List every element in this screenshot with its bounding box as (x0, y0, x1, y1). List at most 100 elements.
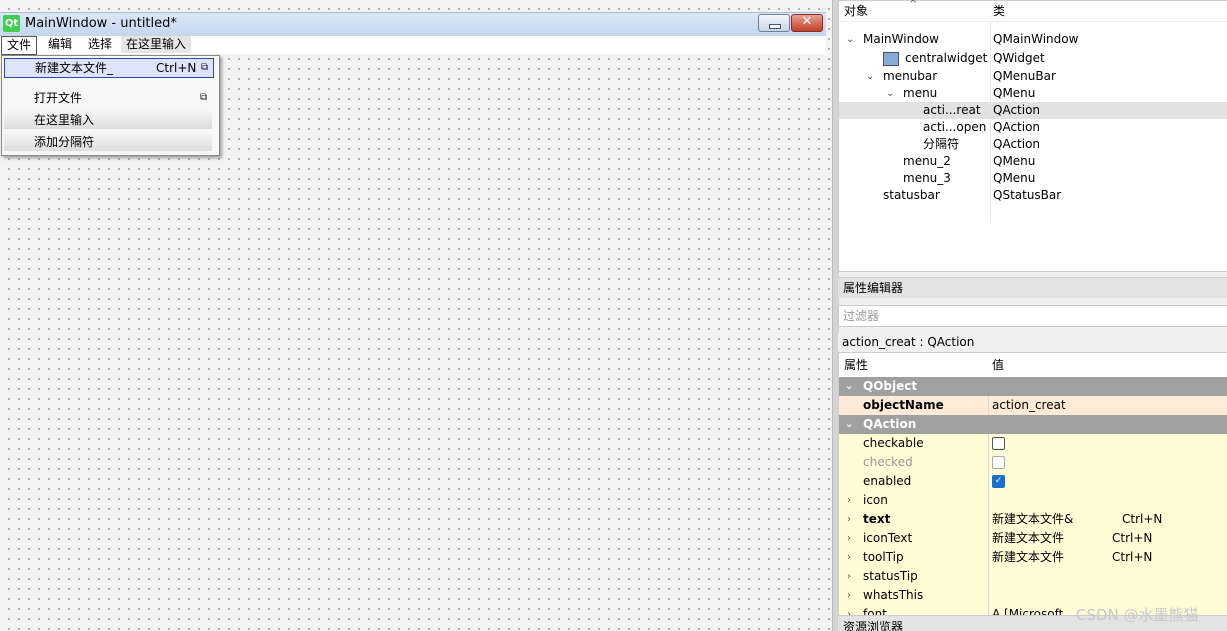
sort-indicator-icon: ^ (909, 0, 918, 10)
column-divider (988, 586, 989, 605)
column-divider (988, 396, 989, 415)
checked-checkbox[interactable] (992, 456, 1005, 469)
prop-checkable[interactable]: checkable (839, 434, 1227, 454)
menu-item-new-file[interactable]: 新建文本文件_ Ctrl+N ⧉ (4, 58, 214, 78)
tree-row-name: MainWindow (863, 32, 939, 46)
menu-item-open-file[interactable]: 打开文件 ⧉ (4, 89, 212, 107)
prop-name: iconText (863, 531, 913, 545)
enabled-checkbox[interactable]: ✓ (992, 475, 1005, 488)
prop-text[interactable]: › text 新建文本文件& Ctrl+N (839, 510, 1227, 530)
prop-statusTip[interactable]: › statusTip (839, 567, 1227, 587)
tree-row-name: acti...reat (923, 103, 981, 117)
header-property[interactable]: 属性 (844, 353, 868, 377)
expand-arrow-icon[interactable]: › (847, 567, 851, 586)
tree-row-class: QAction (993, 120, 1041, 134)
menu-type-here[interactable]: 在这里输入 (121, 36, 192, 53)
prop-value[interactable]: 新建文本文件 (992, 529, 1064, 548)
dock-title-label: 属性编辑器 (843, 281, 904, 295)
expand-arrow-icon[interactable]: › (847, 510, 851, 529)
close-button[interactable]: ✕ (791, 14, 823, 32)
tree-row[interactable]: ⌄ menubar QMenuBar (839, 68, 1227, 85)
prop-shortcut: Ctrl+N (1112, 550, 1153, 564)
checkable-checkbox[interactable] (992, 437, 1005, 450)
tree-row-name: statusbar (883, 188, 940, 202)
property-header: 属性 值 (839, 353, 1227, 378)
tree-row[interactable]: 分隔符 QAction (839, 136, 1227, 153)
tree-row-class: QWidget (993, 51, 1045, 65)
menu-item-add-separator[interactable]: 添加分隔符 (4, 133, 212, 151)
group-qaction[interactable]: ⌄ QAction (839, 415, 1227, 435)
prop-icon[interactable]: › icon (839, 491, 1227, 511)
group-label: QAction (863, 417, 917, 431)
tree-row-name: menu_3 (903, 171, 951, 185)
header-value[interactable]: 值 (992, 353, 1004, 377)
tree-row[interactable]: menu_2 QMenu (839, 153, 1227, 170)
prop-iconText[interactable]: › iconText 新建文本文件 Ctrl+N (839, 529, 1227, 549)
expand-arrow-icon[interactable]: › (847, 605, 851, 615)
prop-value[interactable]: A [Microsoft (992, 605, 1063, 615)
expand-arrow-icon[interactable]: › (847, 586, 851, 605)
tree-row[interactable]: acti...open QAction (839, 119, 1227, 136)
prop-name: text (863, 512, 891, 526)
tree-row[interactable]: statusbar QStatusBar (839, 187, 1227, 204)
prop-enabled[interactable]: enabled ✓ (839, 472, 1227, 492)
expand-arrow-icon[interactable]: › (847, 491, 851, 510)
header-object[interactable]: 对象 (844, 1, 868, 21)
prop-toolTip[interactable]: › toolTip 新建文本文件 Ctrl+N (839, 548, 1227, 568)
collapse-arrow-icon[interactable]: ⌄ (845, 377, 853, 396)
column-divider (988, 510, 989, 529)
expand-arrow-icon[interactable]: ⌄ (846, 31, 854, 48)
menu-edit[interactable]: 编辑 (43, 36, 77, 53)
tree-row[interactable]: menu_3 QMenu (839, 170, 1227, 187)
minimize-icon (769, 24, 781, 29)
tree-row-name: centralwidget (905, 51, 988, 65)
tree-row-class: QAction (993, 103, 1041, 117)
tree-header: 对象 ^ 类 (839, 0, 1227, 22)
column-divider (988, 472, 989, 491)
prop-name: font (863, 607, 887, 616)
tree-row-class: QMenu (993, 171, 1036, 185)
window-title: MainWindow - untitled* (25, 16, 177, 31)
menu-item-label: 打开文件 (34, 91, 83, 105)
prop-value[interactable]: action_creat (992, 396, 1066, 415)
expand-arrow-icon[interactable]: ⌄ (866, 68, 874, 85)
expand-arrow-icon[interactable]: › (847, 529, 851, 548)
menu-select[interactable]: 选择 (83, 36, 117, 53)
filter-input[interactable]: 过滤器 (838, 305, 1227, 327)
collapse-arrow-icon[interactable]: ⌄ (845, 415, 853, 434)
tree-row-name: menu_2 (903, 154, 951, 168)
prop-checked[interactable]: checked (839, 453, 1227, 473)
submenu-icon[interactable]: ⧉ (201, 62, 212, 73)
prop-shortcut: Ctrl+N (1122, 512, 1163, 526)
close-icon: ✕ (801, 14, 813, 29)
header-class[interactable]: 类 (993, 1, 1005, 21)
tree-row-selected[interactable]: acti...reat QAction (839, 102, 1227, 119)
prop-objectName[interactable]: objectName action_creat (839, 396, 1227, 416)
minimize-button[interactable] (758, 14, 790, 32)
submenu-icon[interactable]: ⧉ (200, 92, 211, 103)
group-qobject[interactable]: ⌄ QObject (839, 377, 1227, 397)
prop-name: checked (863, 455, 913, 469)
qt-logo-icon: Qt (3, 15, 20, 32)
menu-item-shortcut: Ctrl+N (156, 61, 197, 75)
expand-arrow-icon[interactable]: › (847, 548, 851, 567)
expand-arrow-icon[interactable]: ⌄ (886, 85, 894, 102)
menu-file[interactable]: 文件 (1, 36, 38, 55)
prop-name: checkable (863, 436, 924, 450)
prop-value[interactable]: 新建文本文件 (992, 548, 1064, 567)
prop-value[interactable]: 新建文本文件& (992, 510, 1073, 529)
menu-item-type-here[interactable]: 在这里输入 (4, 111, 212, 129)
prop-whatsThis[interactable]: › whatsThis (839, 586, 1227, 606)
column-divider (988, 605, 989, 615)
widget-icon (883, 52, 899, 66)
column-divider (988, 567, 989, 586)
tree-row-class: QMenuBar (993, 69, 1056, 83)
filter-placeholder: 过滤器 (843, 309, 880, 323)
tree-row[interactable]: ⌄ menu QMenu (839, 85, 1227, 102)
tree-row[interactable]: centralwidget QWidget (839, 50, 1227, 67)
prop-name: objectName (863, 398, 944, 412)
tree-row[interactable]: ⌄ MainWindow QMainWindow (839, 31, 1227, 48)
tree-row-class: QMainWindow (993, 32, 1079, 46)
tree-row-name: menubar (883, 69, 938, 83)
property-table: 属性 值 ⌄ QObject objectName action_creat ⌄… (838, 352, 1227, 616)
